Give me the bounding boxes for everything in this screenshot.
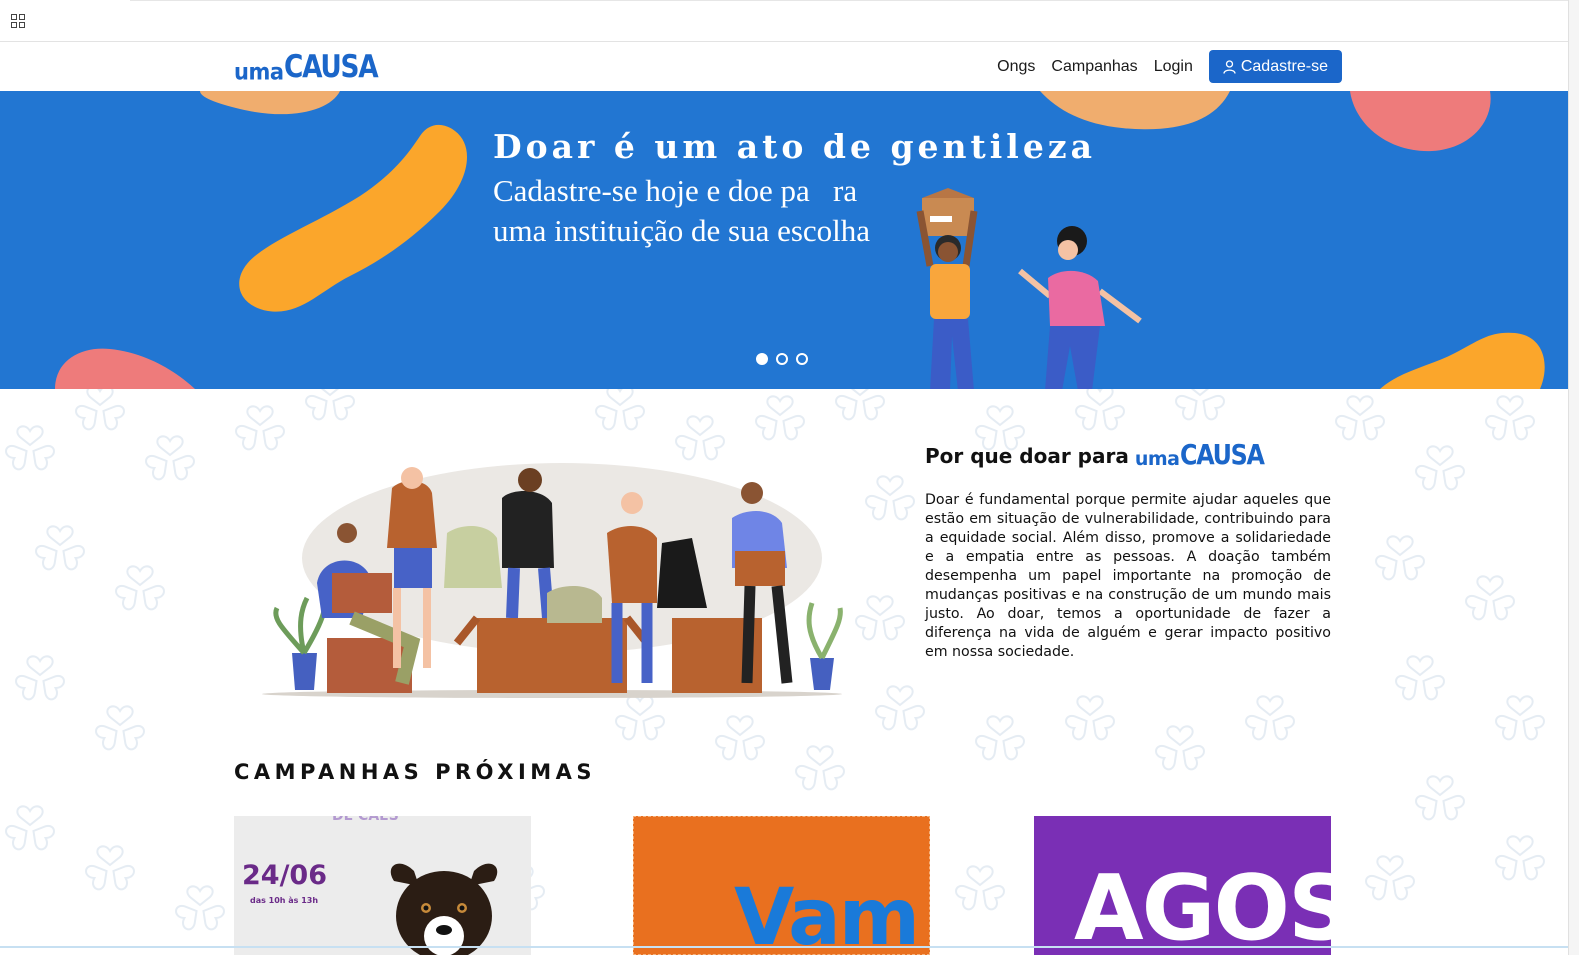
carousel-dot-3[interactable] [796, 353, 808, 365]
divider [130, 0, 1579, 1]
campaigns-section-title: CAMPANHAS PRÓXIMAS [234, 760, 597, 784]
navbar: uma CAUSA Ongs Campanhas Login Cadastre-… [0, 42, 1579, 91]
dog-image [390, 863, 498, 955]
campaign-card-1-hours: das 10h às 13h [250, 896, 319, 905]
campaign-card-2-text: Vam [734, 873, 920, 955]
nav-link-login[interactable]: Login [1154, 58, 1193, 76]
campaign-card-3[interactable]: AGOS [1034, 816, 1331, 955]
nav-link-campanhas[interactable]: Campanhas [1051, 58, 1137, 76]
hero-subtitle-line-2: uma instituição de sua escolha [493, 213, 871, 248]
campaign-card-1-date: 24/06 [242, 860, 328, 891]
browser-top-strip [0, 0, 1579, 42]
why-donate-title-text: Por que doar para [925, 444, 1129, 468]
hero-subtitle: Cadastre-se hoje e doe pa ra uma institu… [493, 171, 923, 251]
nav-links: Ongs Campanhas Login Cadastre-se [997, 50, 1342, 83]
why-donate-title: Por que doar para uma CAUSA [925, 441, 1278, 469]
apps-grid-icon[interactable] [11, 14, 25, 28]
logo-text-causa: CAUSA [1179, 438, 1265, 471]
carousel-indicators [756, 353, 808, 365]
why-donate-paragraph: Doar é fundamental porque permite ajudar… [925, 492, 1331, 660]
scrollbar[interactable] [1568, 0, 1579, 955]
bottom-border [0, 946, 1568, 948]
hero-title: Doar é um ato de gentileza [493, 127, 1096, 166]
hero-carousel: Doar é um ato de gentileza Cadastre-se h… [0, 91, 1568, 389]
hero-subtitle-line-1: Cadastre-se hoje e doe pa ra [493, 173, 858, 208]
campaign-card-1-top-text: DE CÃES [332, 816, 399, 824]
logo-text-uma: uma [1134, 448, 1180, 470]
brand-logo[interactable]: uma CAUSA [234, 49, 393, 86]
signup-button-label: Cadastre-se [1240, 57, 1328, 75]
carousel-dot-1[interactable] [756, 353, 768, 365]
campaign-card-3-text: AGOS [1074, 856, 1331, 955]
nav-link-ongs[interactable]: Ongs [997, 58, 1035, 76]
logo-text-causa: CAUSA [283, 49, 379, 85]
campaign-card-2[interactable]: Vam [633, 816, 930, 955]
hero-people-illustration [916, 188, 1142, 389]
campaign-card-1[interactable]: DE CÃES 24/06 das 10h às 13h [234, 816, 531, 955]
donation-illustration [262, 463, 843, 698]
why-donate-logo: uma CAUSA [1135, 441, 1278, 469]
logo-text-uma: uma [234, 58, 284, 86]
signup-button[interactable]: Cadastre-se [1208, 50, 1342, 83]
carousel-dot-2[interactable] [776, 353, 788, 365]
user-icon [1223, 59, 1236, 74]
